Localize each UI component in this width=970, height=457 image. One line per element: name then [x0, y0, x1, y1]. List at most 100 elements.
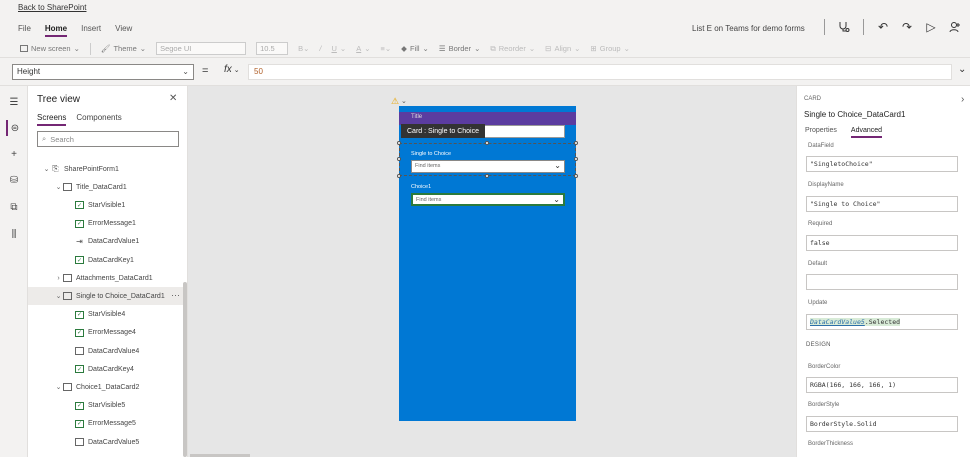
border-icon: ☰ [438, 44, 446, 53]
italic-button[interactable]: / [319, 44, 321, 53]
resize-handle[interactable] [397, 174, 401, 178]
tree-item[interactable]: DataCardValue5 [28, 433, 184, 451]
chevron-down-icon[interactable]: ⌄ [54, 183, 63, 191]
font-select[interactable]: Segoe UI [156, 42, 247, 55]
tree-item[interactable]: ✓ DataCardKey1 [28, 251, 184, 269]
close-icon[interactable]: ✕ [169, 93, 177, 104]
reorder-button[interactable]: ⧉ Reorder ⌄ [490, 44, 535, 54]
undo-icon[interactable]: ↶ [874, 18, 892, 36]
chevron-down-icon[interactable]: ⌄ [54, 292, 63, 300]
resize-handle[interactable] [574, 174, 578, 178]
app-title: List E on Teams for demo forms [692, 24, 805, 33]
bold-button[interactable]: B⌄ [298, 44, 309, 53]
theme-icon: 🖌 [100, 44, 111, 53]
tree-item[interactable]: ✓ ErrorMessage4 [28, 324, 184, 342]
resize-handle[interactable] [397, 157, 401, 161]
text-align-button[interactable]: ≡⌄ [381, 44, 392, 53]
font-size-select[interactable]: 10.5 [256, 42, 289, 55]
chevron-right-icon[interactable]: › [961, 94, 964, 105]
tab-screens[interactable]: Screens [37, 113, 67, 126]
tree-item-label: DataCardValue5 [88, 438, 140, 446]
tree-item-label: StarVisible4 [88, 311, 126, 319]
tree-view-icon[interactable]: ⊜ [6, 120, 22, 136]
share-user-icon[interactable] [946, 18, 964, 36]
resize-handle[interactable] [574, 157, 578, 161]
tree-item[interactable]: ✓ StarVisible1 [28, 196, 184, 214]
default-input[interactable] [806, 274, 958, 290]
group-button[interactable]: ⊞ Group ⌄ [590, 44, 629, 53]
expand-formula-icon[interactable]: ⌄ [958, 64, 966, 75]
datafield-label: DataField [808, 143, 834, 149]
advanced-tools-icon[interactable]: ⫼ [6, 226, 22, 242]
more-options-icon[interactable]: ··· [171, 290, 180, 300]
border-button[interactable]: ☰ Border ⌄ [439, 44, 481, 53]
redo-icon[interactable]: ↷ [898, 18, 916, 36]
resize-handle[interactable] [485, 141, 489, 145]
chevron-down-icon[interactable]: ⌄ [42, 165, 51, 173]
resize-handle[interactable] [485, 174, 489, 178]
tree-item[interactable]: ✓ DataCardKey4 [28, 360, 184, 378]
resize-handle[interactable] [574, 141, 578, 145]
tree-item[interactable]: ⇥ DataCardValue1 [28, 233, 184, 251]
theme-button[interactable]: 🖌 Theme ⌄ [101, 44, 146, 53]
borderstyle-label: BorderStyle [808, 402, 840, 408]
font-color-button[interactable]: A ⌄ [356, 44, 370, 53]
tree-item[interactable]: ✓ ErrorMessage1 [28, 215, 184, 233]
search-icon: ⌕ [42, 134, 47, 143]
tree-item[interactable]: › Attachments_DataCard1 [28, 269, 184, 287]
app-checker-icon[interactable] [835, 18, 853, 36]
update-value-reference: DataCardValue5 [810, 318, 865, 326]
label-icon: ✓ [75, 219, 84, 228]
choice1-dropdown[interactable]: Find items ⌄ [411, 193, 565, 206]
selection-outline [399, 143, 576, 176]
tree-item-label: Attachments_DataCard1 [76, 274, 153, 282]
insert-plus-icon[interactable]: + [6, 146, 22, 162]
tree-search-input[interactable]: ⌕ Search [37, 131, 179, 147]
borderstyle-input[interactable]: BorderStyle.Solid [806, 416, 958, 432]
menu-view[interactable]: View [115, 24, 132, 37]
tree-item-label: StarVisible1 [88, 201, 126, 209]
bordercolor-input[interactable]: RGBA(166, 166, 166, 1) [806, 377, 958, 393]
card-icon [63, 292, 72, 301]
align-button[interactable]: ⊟ Align ⌄ [545, 44, 580, 53]
menu-insert[interactable]: Insert [81, 24, 101, 37]
tree-item[interactable]: ⌄ Title_DataCard1 [28, 178, 184, 196]
resize-handle[interactable] [397, 141, 401, 145]
chevron-down-icon[interactable]: ⌄ [54, 383, 63, 391]
displayname-input[interactable]: "Single to Choice" [806, 196, 958, 212]
bordercolor-label: BorderColor [808, 364, 841, 370]
formula-input[interactable]: 50 [248, 64, 952, 80]
media-icon[interactable]: ⧉ [6, 199, 22, 215]
tree-item[interactable]: ⌄ Choice1_DataCard2 [28, 378, 184, 396]
property-select[interactable]: Height ⌄ [12, 64, 194, 80]
tree-scrollbar[interactable] [183, 282, 187, 457]
required-input[interactable]: false [806, 235, 958, 251]
menu-file[interactable]: File [18, 24, 31, 37]
tab-properties[interactable]: Properties [805, 127, 837, 138]
new-screen-button[interactable]: New screen ⌄ [20, 44, 80, 53]
card-icon [75, 347, 84, 355]
tree-item[interactable]: ✓ StarVisible5 [28, 397, 184, 415]
tree-item[interactable]: DataCardValue4 [28, 342, 184, 360]
fx-button[interactable]: fx ⌄ [224, 64, 240, 75]
menu-home[interactable]: Home [44, 24, 68, 37]
underline-button[interactable]: U ⌄ [331, 44, 346, 53]
update-input[interactable]: DataCardValue5.Selected [806, 314, 958, 330]
chevron-right-icon[interactable]: › [54, 275, 63, 282]
back-to-sharepoint-link[interactable]: Back to SharePoint [18, 3, 86, 12]
hamburger-menu-icon[interactable]: ☰ [6, 94, 22, 110]
tab-components[interactable]: Components [76, 113, 121, 126]
datafield-input[interactable]: "SingletoChoice" [806, 156, 958, 172]
card-icon [75, 438, 84, 446]
tab-advanced[interactable]: Advanced [850, 127, 883, 138]
data-icon[interactable]: ⛁ [6, 172, 22, 188]
tree-item-label: ErrorMessage1 [88, 220, 136, 228]
tree-item[interactable]: ⌄ Single to Choice_DataCard1 ··· [28, 287, 184, 306]
fill-button[interactable]: ◆ Fill ⌄ [401, 44, 429, 53]
tree-item[interactable]: ✓ ErrorMessage5 [28, 415, 184, 433]
design-section-label: DESIGN [806, 342, 831, 348]
tree-item[interactable]: ✓ StarVisible4 [28, 306, 184, 324]
warning-icon[interactable]: ⚠ [391, 96, 399, 107]
play-icon[interactable]: ▷ [922, 18, 940, 36]
tree-item[interactable]: ⌄ ⎘ SharePointForm1 [28, 160, 184, 178]
